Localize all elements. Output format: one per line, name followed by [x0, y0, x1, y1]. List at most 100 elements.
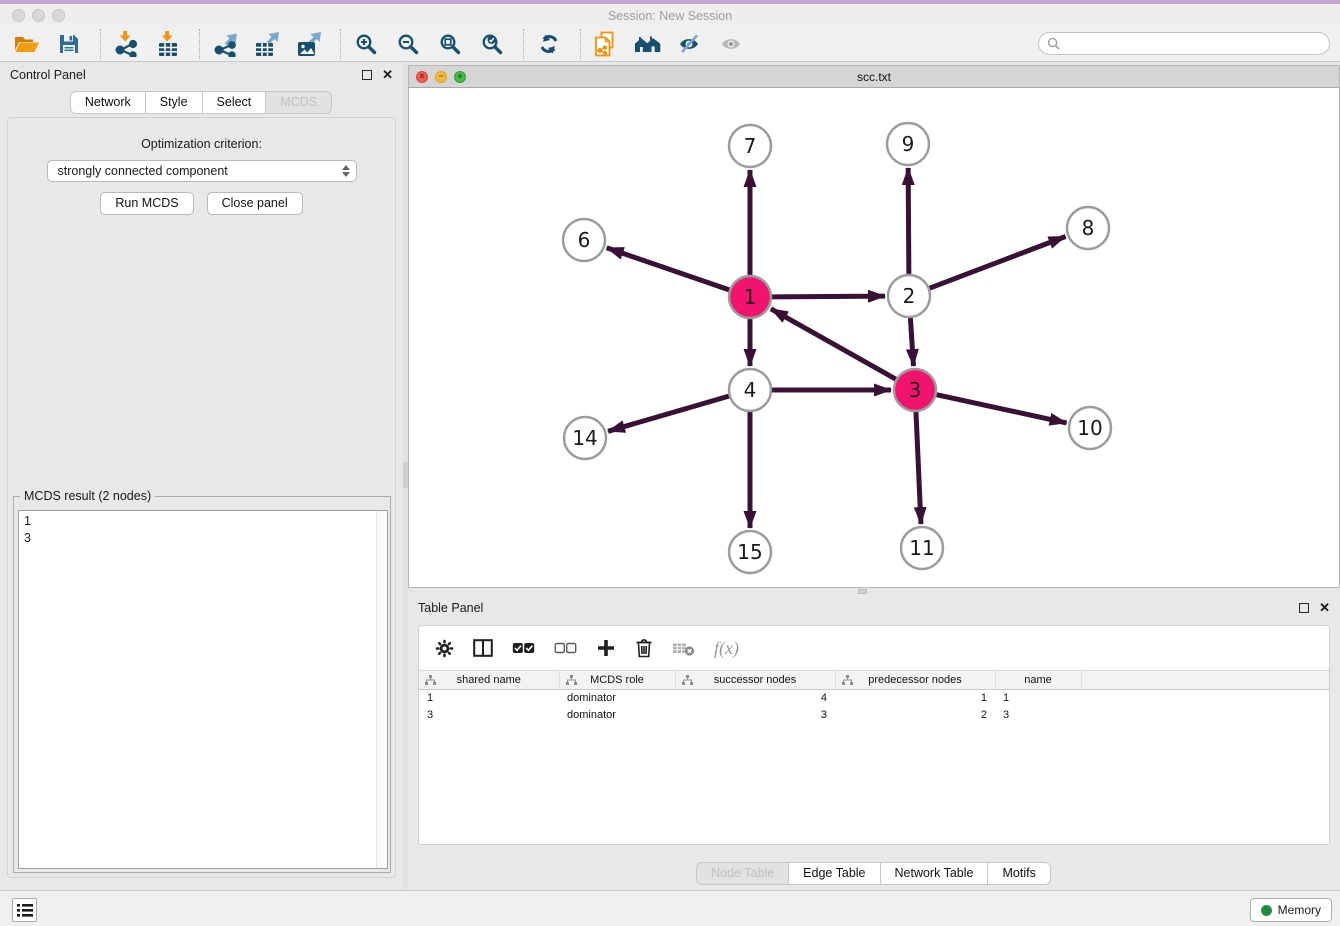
tab-node-table[interactable]: Node Table: [696, 862, 789, 885]
graph-node-6[interactable]: 6: [563, 219, 605, 261]
close-panel-icon[interactable]: ✕: [382, 70, 393, 80]
tab-motifs[interactable]: Motifs: [987, 862, 1050, 885]
export-network-button[interactable]: [210, 30, 240, 58]
column-header-successor-nodes[interactable]: successor nodes: [675, 671, 835, 690]
column-header-mcds-role[interactable]: MCDS role: [559, 671, 675, 690]
import-table-button[interactable]: [153, 30, 183, 58]
deselect-all-button[interactable]: [554, 641, 577, 655]
column-header-predecessor-nodes[interactable]: predecessor nodes: [835, 671, 995, 690]
table-cell[interactable]: 4: [675, 690, 835, 707]
task-history-button[interactable]: [12, 898, 37, 922]
show-all-button[interactable]: [717, 30, 747, 58]
first-neighbors-button[interactable]: [633, 30, 663, 58]
graph-node-2[interactable]: 2: [888, 275, 930, 317]
table-cell-filler: [1081, 690, 1329, 707]
hierarchy-icon: [682, 675, 693, 689]
network-view-window: × − + scc.txt 1 2 3 4 6 7 8 9 10 11 14 15: [408, 65, 1340, 588]
table-cell[interactable]: 1: [419, 690, 559, 707]
graph-edge-2-9[interactable]: [908, 168, 909, 274]
export-image-button[interactable]: [294, 30, 324, 58]
svg-text:14: 14: [572, 426, 597, 450]
graph-edge-3-10[interactable]: [936, 395, 1066, 423]
column-header-name[interactable]: name: [995, 671, 1081, 690]
tab-network-table[interactable]: Network Table: [880, 862, 989, 885]
tab-edge-table[interactable]: Edge Table: [788, 862, 880, 885]
open-session-button[interactable]: [12, 30, 42, 58]
import-network-button[interactable]: [111, 30, 141, 58]
table-cell[interactable]: 3: [995, 707, 1081, 724]
clone-network-button[interactable]: [591, 30, 621, 58]
close-panel-icon[interactable]: ✕: [1319, 603, 1330, 613]
toolbar-separator: [580, 29, 581, 59]
table-cell[interactable]: dominator: [559, 707, 675, 724]
mcds-result-text[interactable]: 1 3: [19, 511, 375, 868]
column-header-shared-name[interactable]: shared name: [419, 671, 559, 690]
graph-edge-2-3[interactable]: [910, 318, 913, 366]
export-table-button[interactable]: [252, 30, 282, 58]
trash-icon: [635, 638, 653, 658]
memory-button[interactable]: Memory: [1250, 898, 1332, 922]
graph-edge-1-6[interactable]: [607, 248, 729, 290]
graph-node-11[interactable]: 11: [901, 527, 943, 569]
add-column-button[interactable]: [596, 638, 616, 658]
table-cell[interactable]: 1: [835, 690, 995, 707]
graph-edge-1-2[interactable]: [772, 296, 885, 297]
network-graph[interactable]: 1 2 3 4 6 7 8 9 10 11 14 15: [409, 88, 1339, 587]
table-cell[interactable]: 3: [675, 707, 835, 724]
float-panel-icon[interactable]: [1299, 603, 1309, 613]
hide-selected-button[interactable]: [675, 30, 705, 58]
tab-style[interactable]: Style: [145, 91, 203, 114]
search-box[interactable]: [1038, 32, 1330, 55]
tab-select[interactable]: Select: [202, 91, 267, 114]
right-column: × − + scc.txt 1234678910111415 Table Pan…: [408, 62, 1340, 890]
apply-layout-button[interactable]: [534, 30, 564, 58]
graph-edge-3-11[interactable]: [916, 412, 921, 524]
close-panel-button[interactable]: Close panel: [207, 192, 303, 215]
horizontal-splitter[interactable]: [408, 588, 1340, 595]
save-session-button[interactable]: [54, 30, 84, 58]
zoom-in-button[interactable]: [351, 30, 381, 58]
network-window-titlebar[interactable]: × − + scc.txt: [409, 66, 1339, 88]
graph-node-9[interactable]: 9: [887, 123, 929, 165]
function-builder-button[interactable]: f(x): [714, 638, 739, 659]
zoom-fit-button[interactable]: [435, 30, 465, 58]
table-cell[interactable]: 2: [835, 707, 995, 724]
float-panel-icon[interactable]: [362, 70, 372, 80]
app-title: Session: New Session: [0, 9, 1340, 23]
criterion-dropdown[interactable]: strongly connected component: [47, 160, 357, 182]
table-cell[interactable]: 1: [995, 690, 1081, 707]
table-row[interactable]: 1dominator411: [419, 690, 1329, 707]
zoom-selected-button[interactable]: [477, 30, 507, 58]
graph-edge-2-8[interactable]: [930, 237, 1066, 289]
graph-node-4[interactable]: 4: [729, 369, 771, 411]
control-panel-tabs: Network Style Select MCDS: [0, 91, 403, 114]
tab-network[interactable]: Network: [70, 91, 146, 114]
graph-node-8[interactable]: 8: [1067, 207, 1109, 249]
graph-node-7[interactable]: 7: [729, 125, 771, 167]
control-panel-title: Control Panel: [10, 68, 86, 82]
hierarchy-icon: [425, 675, 436, 689]
graph-node-3[interactable]: 3: [894, 369, 936, 411]
network-window-title: scc.txt: [409, 70, 1339, 84]
graph-node-15[interactable]: 15: [729, 531, 771, 573]
result-scrollbar[interactable]: [376, 511, 387, 868]
search-input[interactable]: [1065, 35, 1329, 53]
table-cell[interactable]: dominator: [559, 690, 675, 707]
zoom-out-button[interactable]: [393, 30, 423, 58]
select-all-button[interactable]: [512, 641, 535, 655]
delete-column-button[interactable]: [635, 638, 653, 658]
table-mode-button[interactable]: [435, 639, 454, 658]
graph-edge-4-14[interactable]: [608, 396, 729, 431]
graph-node-14[interactable]: 14: [564, 417, 606, 459]
graph-edge-3-1[interactable]: [771, 309, 896, 379]
table-cell[interactable]: 3: [419, 707, 559, 724]
table-row[interactable]: 3dominator323: [419, 707, 1329, 724]
tab-mcds[interactable]: MCDS: [265, 91, 332, 114]
delete-table-button[interactable]: [672, 639, 695, 657]
graph-node-10[interactable]: 10: [1069, 407, 1111, 449]
run-mcds-button[interactable]: Run MCDS: [100, 192, 193, 215]
show-columns-button[interactable]: [473, 639, 493, 657]
graph-node-1[interactable]: 1: [729, 276, 771, 318]
zoom-out-icon: [396, 32, 420, 56]
splitter-handle[interactable]: [858, 589, 867, 594]
